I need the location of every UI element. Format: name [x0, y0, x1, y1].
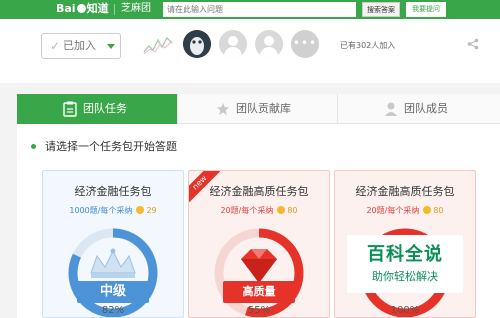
crown-icon: [90, 248, 136, 278]
level-badge: 中级: [77, 281, 149, 303]
person-icon: [228, 36, 238, 46]
progress-percent: 82%: [101, 305, 125, 316]
tab-team-members[interactable]: 团队成员: [337, 94, 500, 124]
logo-text-right: 知道: [86, 2, 109, 15]
card-meta: 1000题/每个采纳 29: [43, 205, 183, 216]
more-members-button[interactable]: •••: [291, 30, 319, 58]
tab-team-tasks[interactable]: 团队任务: [17, 94, 177, 124]
tab-label: 团队任务: [83, 102, 127, 115]
person-icon: [385, 102, 397, 116]
progress-gauge: [68, 228, 158, 317]
progress-percent: 55%: [247, 305, 271, 316]
points-value: 29: [146, 206, 157, 215]
progress-percent: 100%: [390, 305, 420, 316]
caret-down-icon: [107, 44, 115, 49]
joined-dropdown-button[interactable]: ✓ 已加入: [41, 33, 121, 59]
card-title: 经济金融高质任务包: [355, 185, 455, 198]
points-value: 80: [433, 206, 444, 215]
task-prompt: 请选择一个任务包开始答题: [45, 140, 177, 153]
member-count: 已有302人加入: [340, 41, 396, 50]
search-input[interactable]: [163, 2, 356, 17]
person-body: [260, 47, 278, 58]
member-avatar[interactable]: [219, 30, 247, 58]
progress-gauge: [214, 228, 304, 317]
question-count: 20题/每个采纳: [220, 206, 274, 215]
card-title: 经济金融高质任务包: [209, 185, 309, 198]
level-badge: 高质量: [223, 281, 295, 303]
task-package-card[interactable]: new 经济金融高质任务包 20题/每个采纳 80 高质量 55%: [188, 170, 330, 318]
gem-icon: [241, 249, 277, 283]
tab-team-contributions[interactable]: 团队贡献库: [177, 94, 337, 124]
joined-label: 已加入: [63, 39, 96, 52]
activity-sparkline-icon: [143, 37, 173, 55]
tab-label: 团队贡献库: [236, 102, 291, 115]
question-count: 1000题/每个采纳: [69, 206, 133, 215]
watermark-title: 百科全说: [367, 244, 443, 265]
tab-bar: 团队任务 团队贡献库 团队成员: [17, 94, 500, 124]
watermark-subtitle: 助你轻松解决: [372, 270, 438, 283]
baidu-zhidao-logo[interactable]: Bai 知道: [56, 1, 112, 17]
ask-question-button[interactable]: 我要提问: [406, 2, 446, 17]
person-icon: [264, 36, 274, 46]
card-meta: 20题/每个采纳 80: [335, 205, 475, 216]
logo-text-left: Bai: [56, 2, 76, 15]
ellipsis-icon: •••: [292, 36, 318, 50]
task-package-card[interactable]: 经济金融任务包 1000题/每个采纳 29 中级 82%: [42, 170, 184, 318]
person-body: [224, 47, 242, 58]
team-name-link[interactable]: 芝麻团: [121, 1, 151, 17]
coin-icon: [277, 206, 286, 214]
paw-icon: [76, 4, 86, 13]
bullet-dot: [31, 144, 36, 149]
divider: [114, 4, 115, 15]
card-title: 经济金融任务包: [74, 185, 152, 198]
card-meta: 20题/每个采纳 80: [189, 205, 329, 216]
member-avatar[interactable]: [183, 30, 211, 58]
tab-label: 团队成员: [404, 102, 448, 115]
coin-icon: [423, 206, 432, 214]
coin-icon: [136, 206, 145, 214]
question-count: 20题/每个采纳: [366, 206, 420, 215]
check-icon: ✓: [50, 39, 61, 53]
member-avatar[interactable]: [255, 30, 283, 58]
avatar-photo: [183, 30, 211, 58]
share-icon[interactable]: [467, 38, 479, 50]
star-icon: [216, 102, 230, 116]
points-value: 80: [287, 206, 298, 215]
search-button[interactable]: 搜索答案: [362, 2, 400, 17]
clipboard-icon: [63, 101, 77, 117]
